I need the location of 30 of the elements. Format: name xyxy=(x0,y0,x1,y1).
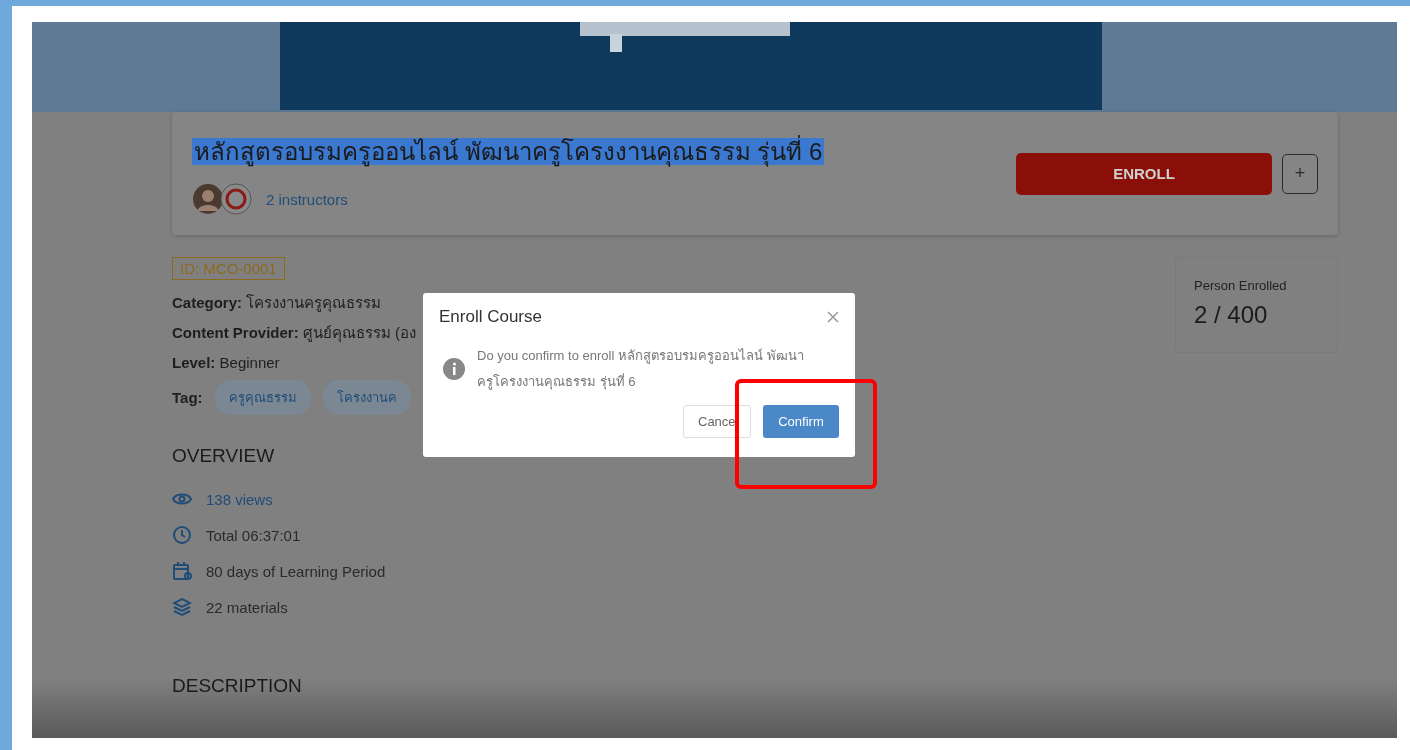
section-heading: OVERVIEW xyxy=(172,445,276,467)
detail-line: Content Provider: ศูนย์คุณธรรม (อง xyxy=(172,323,417,345)
enrollment-count: 2 / 400 xyxy=(1194,301,1269,329)
info-icon xyxy=(443,358,465,380)
tag-chip[interactable]: ครูคุณธรรม xyxy=(214,380,311,415)
clock-icon xyxy=(172,525,192,545)
tag-chip[interactable]: โครงงานค xyxy=(322,380,411,415)
layers-icon xyxy=(172,597,192,617)
detail-line: Category: โครงงานครูคุณธรรม xyxy=(172,293,383,315)
avatar-icon xyxy=(192,183,224,215)
close-icon[interactable] xyxy=(827,311,839,323)
eye-icon xyxy=(172,492,192,506)
tag-label: Tag: xyxy=(172,389,203,406)
enroll-button[interactable]: ENROLL xyxy=(1016,152,1272,195)
add-button[interactable]: + xyxy=(1282,153,1318,194)
detail-line: Level: Beginner xyxy=(172,353,281,373)
calendar-icon xyxy=(172,561,192,581)
section-heading: DESCRIPTION xyxy=(172,675,303,697)
dialog-title: Enroll Course xyxy=(439,307,542,327)
instructors-link[interactable]: 2 instructors xyxy=(266,190,348,208)
overview-item: Total 06:37:01 xyxy=(206,526,301,544)
overview-item[interactable]: 138 views xyxy=(206,490,273,508)
enrollment-label: Person Enrolled xyxy=(1194,278,1288,293)
cancel-button[interactable]: Cance xyxy=(683,405,751,438)
logo-icon xyxy=(220,183,252,215)
dialog-message: Do you confirm to enroll หลักสูตรอบรมครูออนไลน์ พัฒนาครูโครงงานคุณธรรม รุ่นที่ 6 xyxy=(477,347,805,392)
overview-item: 22 materials xyxy=(206,598,288,616)
overview-item: 80 days of Learning Period xyxy=(206,562,386,580)
course-id-badge: ID: MCO-0001 xyxy=(172,257,285,280)
confirm-button[interactable]: Confirm xyxy=(763,405,839,438)
